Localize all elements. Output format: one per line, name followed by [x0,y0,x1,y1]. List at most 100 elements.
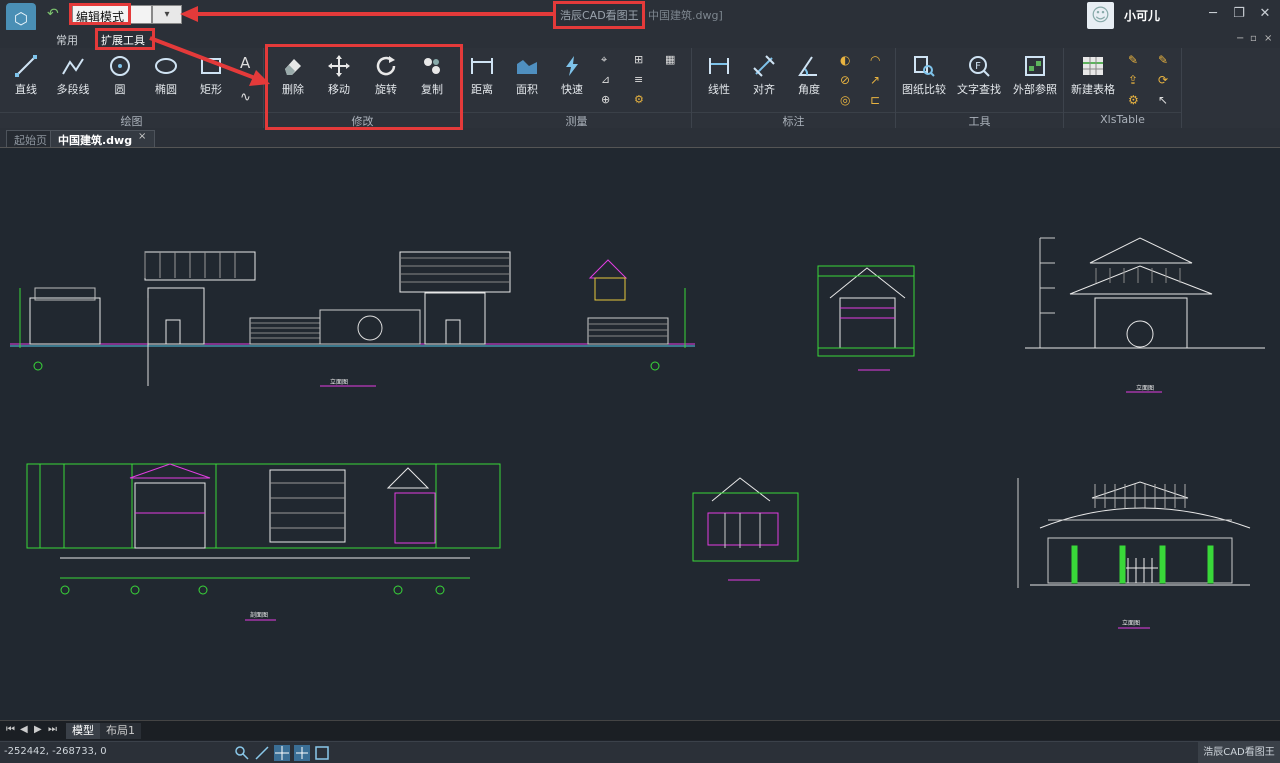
mode-dropdown-button[interactable]: ▾ [152,5,182,24]
quick-measure-button[interactable]: 快速 [557,54,587,97]
mode-select[interactable]: 编辑模式 [72,5,152,24]
compare-drawings-button[interactable]: 图纸比较 [901,54,947,97]
linear-dim-label: 线性 [708,83,730,96]
group-draw: 直线 多段线 圆 椭圆 矩形 A ∿ 绘图 [0,48,264,128]
diameter-dim-icon[interactable]: ⊘ [840,73,856,89]
prev-layout-icon[interactable]: ◀ [20,724,28,735]
measure-settings-icon[interactable]: ⚙ [634,93,650,109]
zoom-icon[interactable] [234,745,250,761]
xref-button[interactable]: 外部参照 [1012,54,1058,97]
ribbon-restore-icon[interactable]: ▫ [1250,33,1257,44]
distance-button[interactable]: 距离 [467,54,497,97]
app-title: 浩辰CAD看图王 [560,9,639,22]
status-bar: -252442, -268733, 0 浩辰CAD看图王 [0,741,1280,763]
ellipse-button[interactable]: 椭圆 [150,54,182,97]
ortho-icon[interactable] [294,745,310,761]
elevation-top-left: 立面图 [10,251,695,387]
arc-dim-icon[interactable]: ◠ [870,53,886,69]
eraser-icon [285,59,301,75]
table-update-icon[interactable]: ⟳ [1158,73,1174,89]
tab-extended-tools[interactable]: 扩展工具 [101,32,145,48]
drawing-label-3: 剖面图 [250,611,268,619]
move-button[interactable]: 移动 [324,54,354,97]
measure-point-icon[interactable]: ⊞ [634,53,650,69]
ellipse-icon [155,58,177,74]
text-search-button[interactable]: F 文字查找 [956,54,1002,97]
close-icon[interactable]: ✕ [1254,4,1276,24]
undo-icon[interactable]: ↶ [47,6,59,22]
measure-arc-icon[interactable]: ⌖ [601,53,617,69]
ordinate-dim-icon[interactable]: ⊏ [870,93,886,109]
user-name[interactable]: 小可儿 [1124,7,1160,24]
table-icon [1083,57,1103,75]
group-measure: 距离 面积 快速 ⌖ ⊿ ⊕ ⊞ ≡ ⚙ ▦ 测量 [462,48,692,128]
copy-button[interactable]: 复制 [417,54,447,97]
table-import-icon[interactable]: ✎ [1158,53,1174,69]
compare-icon [914,56,935,77]
leader-icon[interactable]: ↗ [870,73,886,89]
circle-label: 圆 [114,83,126,96]
group-xlstable: 新建表格 ✎ ⇪ ⚙ ✎ ⟳ ↖ XlsTable [1064,48,1182,128]
tab-model[interactable]: 模型 [66,723,100,739]
title-bar: ⬡ ↶ 编辑模式 ▾ 浩辰CAD看图王 中国建筑.dwg] ☺ 小可儿 ─ ❐ … [0,0,1280,33]
delete-label: 删除 [282,83,304,96]
radius-dim-icon[interactable]: ◐ [840,53,856,69]
measure-angle-icon[interactable]: ⊿ [601,73,617,89]
new-table-label: 新建表格 [1071,83,1115,96]
table-settings-icon[interactable]: ⚙ [1128,93,1144,109]
line-button[interactable]: 直线 [10,54,42,97]
tab-close-icon[interactable]: × [138,131,146,142]
linear-dim-button[interactable]: 线性 [704,54,734,97]
circle-icon [110,56,130,76]
avatar-icon[interactable]: ☺ [1087,2,1114,29]
aligned-dim-button[interactable]: 对齐 [749,54,779,97]
crosshair-icon[interactable] [274,745,290,761]
measure-length-icon[interactable]: ≡ [634,73,650,89]
angle-dim-button[interactable]: 角度 [794,54,824,97]
move-label: 移动 [328,83,350,96]
delete-button[interactable]: 删除 [278,54,308,97]
measure-radius-icon[interactable]: ⊕ [601,93,617,109]
table-export-icon[interactable]: ⇪ [1128,73,1144,89]
snap-icon[interactable] [254,745,270,761]
xref-icon [1025,56,1045,76]
first-layout-icon[interactable]: ⏮ [6,724,15,735]
rectangle-button[interactable]: 矩形 [196,54,226,97]
minimize-icon[interactable]: ─ [1202,4,1224,24]
group-draw-label: 绘图 [0,112,263,128]
pavilion-elevation-bottom-right: 立面图 [1017,478,1251,629]
new-table-button[interactable]: 新建表格 [1070,54,1116,97]
ribbon-minimize-icon[interactable]: − [1236,33,1244,44]
next-layout-icon[interactable]: ▶ [34,724,42,735]
group-modify-label: 修改 [264,112,461,128]
polyline-button[interactable]: 多段线 [54,54,92,97]
text-search-label: 文字查找 [957,83,1001,96]
copy-label: 复制 [421,83,443,96]
center-mark-icon[interactable]: ◎ [840,93,856,109]
table-edit-icon[interactable]: ✎ [1128,53,1144,69]
ellipse-label: 椭圆 [155,83,177,96]
text-icon[interactable]: A [240,54,256,72]
tab-common[interactable]: 常用 [56,32,78,48]
circle-button[interactable]: 圆 [105,54,135,97]
layout-tab-bar: ⏮ ◀ ▶ ⏭ 模型 布局1 [0,720,1280,740]
ribbon-close-icon[interactable]: × [1264,33,1272,44]
table-select-icon[interactable]: ↖ [1158,93,1174,109]
tab-drawing-label: 中国建筑.dwg [58,134,133,147]
rotate-button[interactable]: 旋转 [371,54,401,97]
area-button[interactable]: 面积 [512,54,542,97]
spline-icon[interactable]: ∿ [240,90,256,106]
section-bottom-left: 剖面图 [26,463,501,621]
tab-layout1[interactable]: 布局1 [100,723,141,739]
group-annotate-label: 标注 [692,112,895,128]
rotate-icon [376,56,396,76]
measure-table-icon[interactable]: ▦ [665,53,681,69]
app-logo-icon[interactable]: ⬡ [6,3,36,33]
tab-start-page[interactable]: 起始页 [6,130,55,147]
last-layout-icon[interactable]: ⏭ [48,724,57,735]
maximize-icon[interactable]: ❐ [1228,4,1250,24]
drawing-label-4: 立面图 [1122,619,1140,627]
fullscreen-icon[interactable] [314,745,330,761]
drawing-canvas[interactable]: 立面图 立面图 剖面图 立面图 [0,148,1280,720]
compare-label: 图纸比较 [902,83,946,96]
